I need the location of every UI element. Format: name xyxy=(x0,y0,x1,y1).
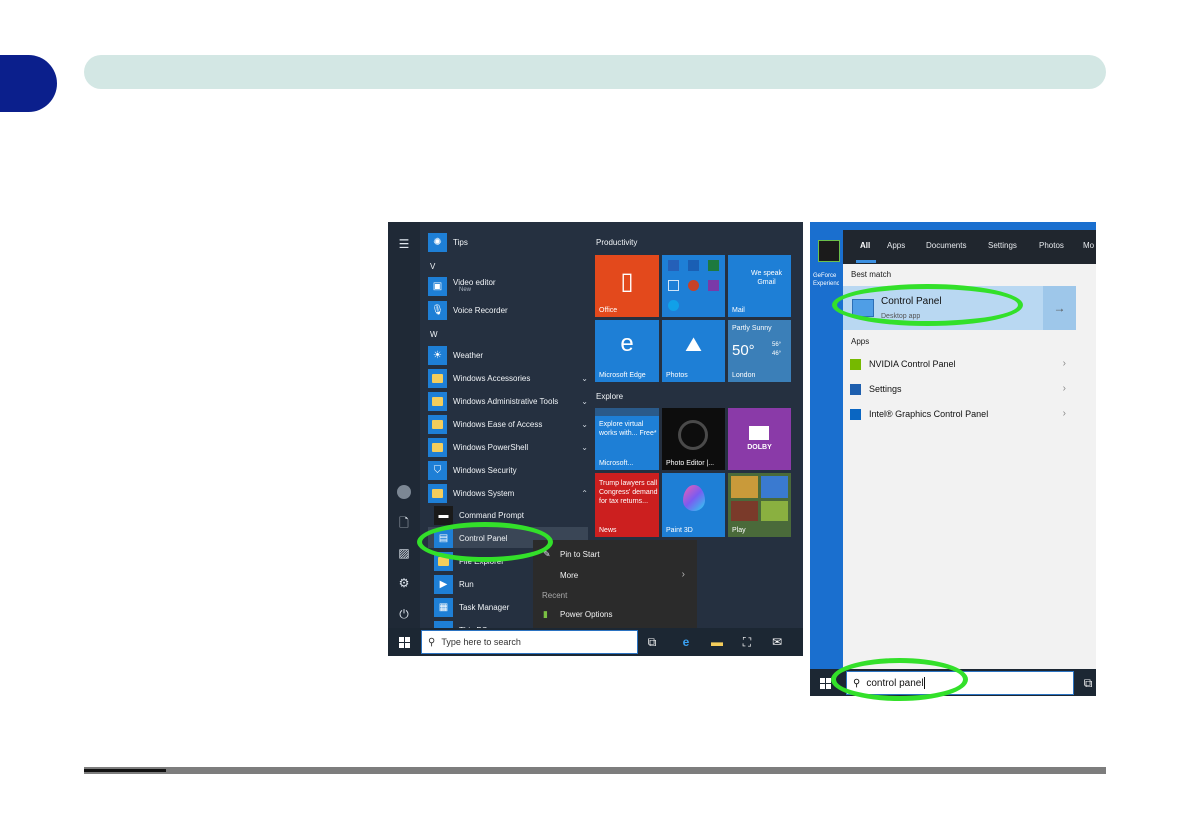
mail-taskbar-icon[interactable]: ✉ xyxy=(769,634,785,650)
tile-edge[interactable]: e Microsoft Edge xyxy=(595,320,659,382)
taskbar: ⚲ Type here to search ⧉ e ▬ ⛶ ✉ xyxy=(388,628,803,656)
apps-section-label: Apps xyxy=(851,337,870,346)
skype-icon xyxy=(668,300,679,311)
search-query-box[interactable]: ⚲ control panel xyxy=(846,671,1074,695)
windows-logo-icon[interactable] xyxy=(820,678,831,689)
tab-all[interactable]: All xyxy=(860,241,870,250)
tab-apps[interactable]: Apps xyxy=(887,241,905,250)
search-results: Best match Control Panel Desktop app → A… xyxy=(843,264,1096,669)
task-view-icon[interactable]: ⧉ xyxy=(644,634,660,650)
tile-dolby[interactable]: DOLBY xyxy=(728,408,791,470)
taskbar-search-box[interactable]: ⚲ Type here to search xyxy=(421,630,638,654)
dolby-icon xyxy=(749,426,769,440)
search-taskbar: ⚲ control panel ⧉ xyxy=(810,669,1096,696)
header-bar xyxy=(84,55,1106,89)
hamburger-icon[interactable]: ☰ xyxy=(396,236,412,252)
nvidia-icon xyxy=(850,358,861,370)
powerpoint-icon xyxy=(688,280,699,291)
run-icon: ▶ xyxy=(434,574,453,594)
document-icon[interactable]: 🗋 xyxy=(396,515,412,531)
power-options-icon: ▮ xyxy=(543,609,548,619)
onenote-icon xyxy=(708,280,719,291)
tile-store[interactable]: Explore virtual works with... Free* Micr… xyxy=(595,408,659,470)
ctx-pin-to-start[interactable]: Pin to Start xyxy=(560,550,600,559)
folder-icon xyxy=(434,551,453,571)
tile-office[interactable]: ▯ Office xyxy=(595,255,659,317)
ctx-more[interactable]: More xyxy=(560,571,578,580)
tab-settings[interactable]: Settings xyxy=(988,241,1017,250)
result-settings[interactable]: Settings › xyxy=(843,378,1076,400)
paint3d-icon xyxy=(683,485,705,511)
tile-app-grid[interactable] xyxy=(662,255,725,317)
group-explore[interactable]: Explore xyxy=(596,392,623,401)
tab-documents[interactable]: Documents xyxy=(926,241,966,250)
geforce-desktop-label: GeForce Experience xyxy=(813,273,839,287)
windows-logo-icon[interactable] xyxy=(399,637,410,648)
chevron-right-icon: › xyxy=(681,569,685,580)
control-panel-icon xyxy=(852,299,874,317)
tab-photos[interactable]: Photos xyxy=(1039,241,1064,250)
tile-photos[interactable]: ⛰ Photos xyxy=(662,320,725,382)
chevron-right-icon: › xyxy=(1062,383,1066,394)
geforce-desktop-icon[interactable] xyxy=(818,240,840,262)
footer-rule xyxy=(84,767,1106,774)
onedrive-icon xyxy=(668,280,679,291)
gear-icon[interactable]: ⚙ xyxy=(396,575,412,591)
group-productivity[interactable]: Productivity xyxy=(596,238,637,247)
file-explorer-taskbar-icon[interactable]: ▬ xyxy=(709,634,725,650)
intel-graphics-icon xyxy=(850,408,861,420)
open-arrow-icon[interactable]: → xyxy=(1043,286,1076,330)
word-icon xyxy=(688,260,699,271)
start-rail: ☰ 🗋 ▨ ⚙ ⏻ xyxy=(388,222,420,628)
user-avatar-icon[interactable] xyxy=(397,485,411,499)
tile-news[interactable]: Trump lawyers call Congress' demand for … xyxy=(595,473,659,537)
chevron-right-icon: › xyxy=(1062,358,1066,369)
task-view-icon[interactable]: ⧉ xyxy=(1080,675,1096,691)
photo-editor-icon xyxy=(678,420,708,450)
chevron-right-icon: › xyxy=(1062,408,1066,419)
pictures-icon[interactable]: ▨ xyxy=(396,545,412,561)
pin-icon: ✎ xyxy=(543,549,551,559)
edge-icon: e xyxy=(620,330,634,357)
tile-play[interactable]: Play xyxy=(728,473,791,537)
chapter-tab xyxy=(0,55,57,112)
tile-photo-editor[interactable]: Photo Editor |... xyxy=(662,408,725,470)
edge-taskbar-icon[interactable]: e xyxy=(678,634,694,650)
outlook-icon xyxy=(668,260,679,271)
result-nvidia-control-panel[interactable]: NVIDIA Control Panel › xyxy=(843,353,1076,375)
ctx-recent-label: Recent xyxy=(542,591,568,600)
best-match-control-panel[interactable]: Control Panel Desktop app xyxy=(843,286,1076,330)
excel-icon xyxy=(708,260,719,271)
photos-icon: ⛰ xyxy=(685,334,702,356)
ctx-power-options[interactable]: Power Options xyxy=(560,610,612,619)
tile-weather[interactable]: Partly Sunny 50° 56° 46° London xyxy=(728,320,791,382)
task-manager-icon: ▦ xyxy=(434,597,453,617)
power-icon[interactable]: ⏻ xyxy=(396,606,412,622)
best-match-label: Best match xyxy=(851,270,892,279)
search-icon: ⚲ xyxy=(853,677,861,689)
tile-mail[interactable]: We speak Gmail Mail xyxy=(728,255,791,317)
gear-icon xyxy=(850,383,861,395)
tab-indicator xyxy=(856,260,876,263)
result-intel-graphics[interactable]: Intel® Graphics Control Panel › xyxy=(843,403,1076,425)
search-icon: ⚲ xyxy=(428,636,436,648)
tab-more[interactable]: Mo xyxy=(1083,241,1094,250)
control-panel-icon: ▤ xyxy=(434,528,453,548)
store-taskbar-icon[interactable]: ⛶ xyxy=(739,634,755,650)
text-cursor xyxy=(923,677,925,689)
context-menu: ✎ Pin to Start More › Recent ▮ Power Opt… xyxy=(533,540,697,628)
search-tabs: All Apps Documents Settings Photos Mo xyxy=(843,230,1096,264)
office-icon: ▯ xyxy=(620,268,634,295)
tile-paint3d[interactable]: Paint 3D xyxy=(662,473,725,537)
